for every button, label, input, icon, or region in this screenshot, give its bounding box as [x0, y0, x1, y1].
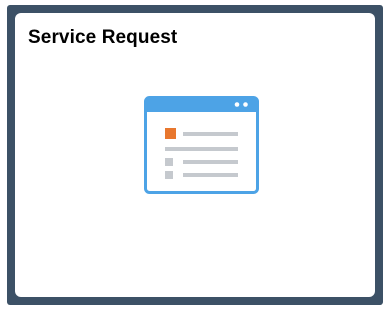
- service-request-tile[interactable]: Service Request: [15, 13, 375, 297]
- tile-title: Service Request: [28, 27, 178, 48]
- form-document-icon: [144, 96, 259, 196]
- tile-frame: Service Request: [7, 5, 383, 305]
